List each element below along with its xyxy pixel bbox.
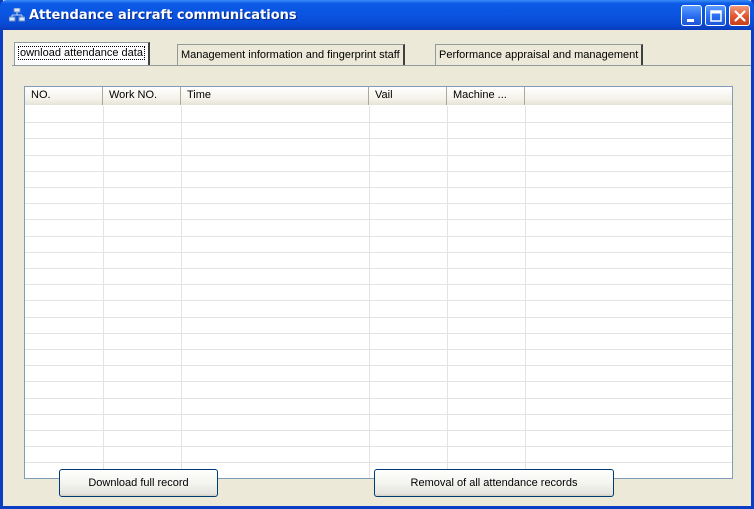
grid-row-line bbox=[25, 300, 732, 301]
close-button[interactable] bbox=[729, 5, 750, 26]
download-full-record-button[interactable]: Download full record bbox=[59, 469, 218, 497]
grid-column-line bbox=[447, 106, 448, 478]
grid-row-line bbox=[25, 365, 732, 366]
close-icon bbox=[734, 10, 746, 22]
maximize-button[interactable] bbox=[705, 5, 726, 26]
app-window: Attendance aircraft communications ownlo… bbox=[0, 0, 754, 509]
grid-row-line bbox=[25, 349, 732, 350]
list-header: NO. Work NO. Time Vail Machine ... bbox=[25, 87, 732, 105]
grid-row-line bbox=[25, 171, 732, 172]
client-area: ownload attendance data Management infor… bbox=[3, 30, 751, 506]
tab-page-download: NO. Work NO. Time Vail Machine ... Downl… bbox=[12, 65, 751, 506]
tab-label: Performance appraisal and management bbox=[439, 49, 639, 61]
column-header-machine[interactable]: Machine ... bbox=[447, 87, 525, 105]
grid-column-line bbox=[525, 106, 526, 478]
grid-row-line bbox=[25, 462, 732, 463]
grid-row-line bbox=[25, 317, 732, 318]
grid-row-line bbox=[25, 414, 732, 415]
attendance-list[interactable]: NO. Work NO. Time Vail Machine ... bbox=[24, 86, 733, 479]
column-header-no[interactable]: NO. bbox=[25, 87, 103, 105]
grid-row-line bbox=[25, 138, 732, 139]
title-bar[interactable]: Attendance aircraft communications bbox=[0, 0, 754, 30]
grid-column-line bbox=[369, 106, 370, 478]
tab-download-attendance[interactable]: ownload attendance data bbox=[14, 42, 150, 66]
network-icon bbox=[9, 8, 25, 22]
grid-row-line bbox=[25, 446, 732, 447]
grid-row-line bbox=[25, 252, 732, 253]
grid-row-line bbox=[25, 187, 732, 188]
grid-row-line bbox=[25, 268, 732, 269]
minimize-button[interactable] bbox=[681, 5, 702, 26]
grid-column-line bbox=[181, 106, 182, 478]
tab-label: Management information and fingerprint s… bbox=[181, 49, 400, 61]
column-header-time[interactable]: Time bbox=[181, 87, 369, 105]
grid-row-line bbox=[25, 333, 732, 334]
tab-performance-appraisal[interactable]: Performance appraisal and management bbox=[435, 44, 644, 66]
minimize-icon bbox=[687, 19, 694, 22]
grid-row-line bbox=[25, 203, 732, 204]
grid-column-line bbox=[103, 106, 104, 478]
tab-label: ownload attendance data bbox=[18, 46, 145, 60]
grid-row-line bbox=[25, 381, 732, 382]
grid-row-line bbox=[25, 236, 732, 237]
window-title: Attendance aircraft communications bbox=[29, 8, 297, 23]
grid-row-line bbox=[25, 284, 732, 285]
grid-row-line bbox=[25, 430, 732, 431]
remove-all-records-button[interactable]: Removal of all attendance records bbox=[374, 469, 614, 497]
tab-management-fingerprint[interactable]: Management information and fingerprint s… bbox=[177, 44, 405, 66]
column-header-work-no[interactable]: Work NO. bbox=[103, 87, 181, 105]
column-header-filler bbox=[525, 87, 732, 105]
grid-row-line bbox=[25, 155, 732, 156]
grid-row-line bbox=[25, 398, 732, 399]
grid-row-line bbox=[25, 219, 732, 220]
column-header-vail[interactable]: Vail bbox=[369, 87, 447, 105]
grid-row-line bbox=[25, 122, 732, 123]
maximize-icon bbox=[710, 10, 722, 22]
